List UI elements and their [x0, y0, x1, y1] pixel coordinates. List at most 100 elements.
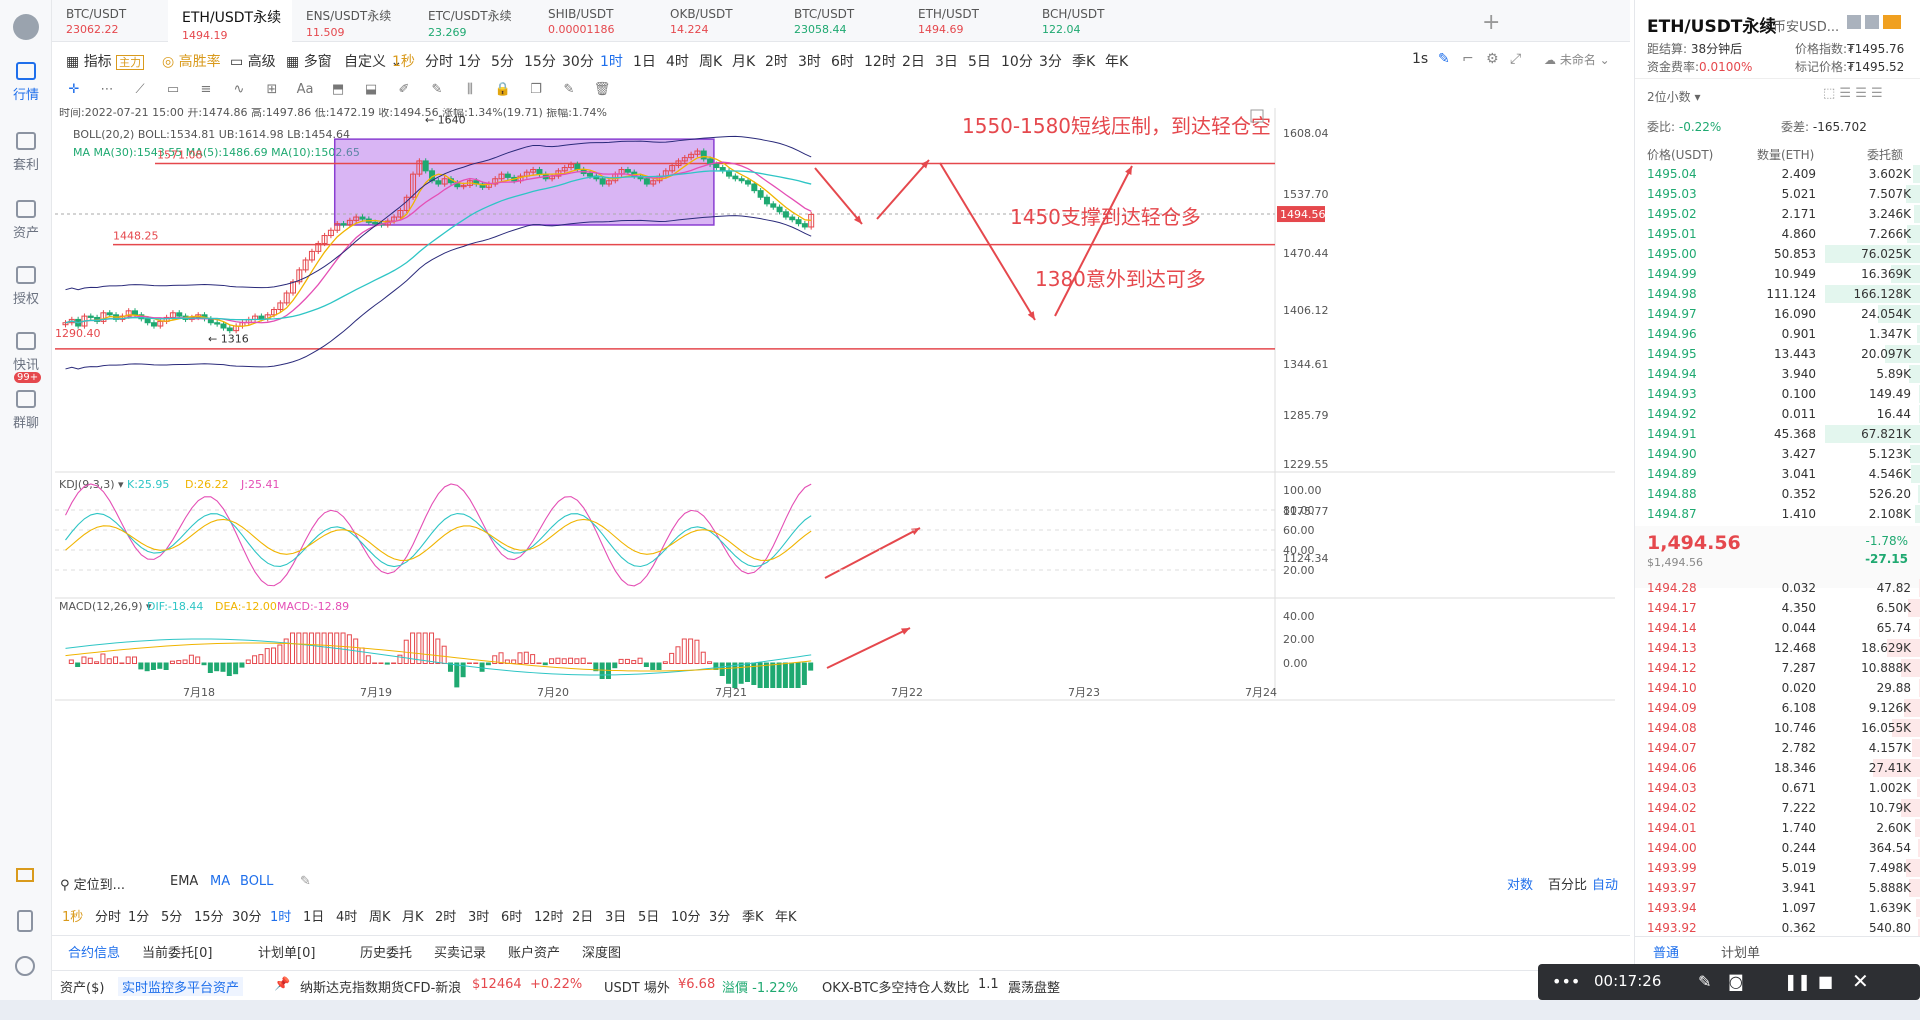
wave-icon[interactable]: ∿ [229, 82, 249, 100]
note-icon[interactable]: ✎ [559, 82, 579, 100]
interval-button[interactable]: 年K [1105, 51, 1128, 71]
interval-button[interactable]: 5分 [491, 51, 514, 71]
pattern-icon[interactable]: ⬓ [361, 82, 381, 100]
exchange-name[interactable]: 币安USD... [1773, 16, 1839, 35]
interval-button[interactable]: 6时 [831, 51, 854, 71]
bottom-interval-button[interactable]: 季K [742, 906, 764, 925]
symbol-tab[interactable]: BTC/USDT 23058.44 [780, 0, 900, 42]
phone-icon[interactable] [17, 910, 33, 932]
bottom-interval-button[interactable]: 15分 [194, 906, 224, 925]
symbol-tab[interactable]: ETC/USDT永续 23.269 [414, 0, 534, 42]
bottom-interval-button[interactable]: 1时 [270, 906, 291, 925]
bid-row[interactable]: 1494.01 1.740 2.60K [1635, 818, 1920, 838]
ask-row[interactable]: 1494.87 1.410 2.108K [1635, 504, 1920, 524]
edit-icon[interactable]: ✎ [300, 874, 311, 889]
order-tab[interactable]: 深度图 [582, 942, 621, 961]
ask-row[interactable]: 1495.02 2.171 3.246K [1635, 204, 1920, 224]
interval-button[interactable]: 10分 [1001, 51, 1033, 71]
symbol-tab[interactable]: ETH/USDT 1494.69 [904, 0, 1024, 42]
ruler-icon[interactable]: ⫼ [460, 82, 480, 100]
log-scale-button[interactable]: 对数 [1507, 874, 1533, 893]
pen-icon[interactable]: ✎ [1698, 972, 1711, 991]
interval-button[interactable]: 5日 [968, 51, 991, 71]
boll-toggle[interactable]: BOLL [240, 874, 273, 889]
bid-row[interactable]: 1494.02 7.222 10.79K [1635, 798, 1920, 818]
interval-button[interactable]: 15分 [524, 51, 556, 71]
orderbook-view-icons[interactable]: ⬚ ☰ ☰ ☰ [1823, 86, 1883, 101]
advanced-button[interactable]: ▭ 高级 [230, 51, 276, 71]
ask-row[interactable]: 1495.03 5.021 7.507K [1635, 184, 1920, 204]
symbol-tab[interactable]: BCH/USDT 122.04 [1028, 0, 1148, 42]
sidebar-item-0[interactable]: 行情 [0, 62, 52, 103]
decimals-dropdown[interactable]: 2位小数 ▾ [1647, 88, 1700, 105]
interval-button[interactable]: 季K [1072, 51, 1095, 71]
bottom-interval-button[interactable]: 1秒 [62, 906, 83, 925]
pencil-tool-icon[interactable]: ✎ [427, 82, 447, 100]
interval-button[interactable]: 30分 [562, 51, 594, 71]
bid-row[interactable]: 1493.97 3.941 5.888K [1635, 878, 1920, 898]
trash-icon[interactable]: 🗑 [592, 82, 612, 100]
bid-row[interactable]: 1493.94 1.097 1.639K [1635, 898, 1920, 918]
interval-button[interactable]: 3分 [1039, 51, 1062, 71]
bottom-interval-button[interactable]: 10分 [671, 906, 701, 925]
settings-icon[interactable] [15, 956, 35, 976]
bottom-interval-button[interactable]: 周K [369, 906, 391, 925]
tab-plan[interactable]: 计划单 [1721, 942, 1760, 961]
pin-icon[interactable]: 📌 [274, 977, 290, 992]
bottom-interval-button[interactable]: 1日 [303, 906, 324, 925]
bottom-interval-button[interactable]: 2时 [435, 906, 456, 925]
order-tab[interactable]: 历史委托 [360, 942, 412, 961]
add-tab-button[interactable]: + [1482, 10, 1500, 35]
ask-row[interactable]: 1494.97 16.090 24.054K [1635, 304, 1920, 324]
copy-icon[interactable]: ❐ [526, 82, 546, 100]
more-icon[interactable]: ••• [1552, 972, 1580, 991]
ask-row[interactable]: 1494.90 3.427 5.123K [1635, 444, 1920, 464]
horizontal-lines-icon[interactable]: ≡ [196, 82, 216, 100]
bid-row[interactable]: 1494.06 18.346 27.41K [1635, 758, 1920, 778]
layout-name[interactable]: ☁ 未命名 ⌄ [1544, 51, 1610, 68]
interval-button[interactable]: 3日 [935, 51, 958, 71]
bid-row[interactable]: 1493.92 0.362 540.80 [1635, 918, 1920, 938]
chart-area[interactable]: 时间:2022-07-21 15:00 开:1474.86 高:1497.86 … [55, 105, 1630, 848]
tab-normal[interactable]: 普通 [1653, 942, 1680, 966]
interval-button[interactable]: 3时 [798, 51, 821, 71]
ask-row[interactable]: 1494.99 10.949 16.369K [1635, 264, 1920, 284]
bottom-interval-button[interactable]: 3时 [468, 906, 489, 925]
interval-button[interactable]: 2日 [902, 51, 925, 71]
locate-button[interactable]: ⚲ 定位到... [60, 874, 125, 893]
bottom-interval-button[interactable]: 分时 [95, 906, 121, 925]
ask-row[interactable]: 1494.95 13.443 20.097K [1635, 344, 1920, 364]
bid-row[interactable]: 1494.14 0.044 65.74 [1635, 618, 1920, 638]
ask-row[interactable]: 1494.98 111.124 166.128K [1635, 284, 1920, 304]
multi-window-button[interactable]: ▦ 多窗 [286, 51, 332, 71]
interval-button[interactable]: 12时 [864, 51, 896, 71]
interval-button[interactable]: 4时 [666, 51, 689, 71]
bid-row[interactable]: 1494.03 0.671 1.002K [1635, 778, 1920, 798]
bottom-interval-button[interactable]: 1分 [128, 906, 149, 925]
close-icon[interactable]: ✕ [1852, 969, 1869, 993]
sidebar-item-5[interactable]: 群聊 99+ [0, 372, 52, 431]
ask-row[interactable]: 1495.04 2.409 3.602K [1635, 164, 1920, 184]
bottom-interval-button[interactable]: 4时 [336, 906, 357, 925]
interval-button[interactable]: 1秒 [392, 51, 415, 71]
bottom-interval-button[interactable]: 12时 [534, 906, 564, 925]
bid-row[interactable]: 1494.08 10.746 16.055K [1635, 718, 1920, 738]
interval-button[interactable]: 月K [732, 51, 755, 71]
bottom-interval-button[interactable]: 5分 [161, 906, 182, 925]
dotted-line-icon[interactable]: ⋯ [97, 82, 117, 100]
bottom-interval-button[interactable]: 月K [402, 906, 424, 925]
symbol-tab[interactable]: ENS/USDT永续 11.509 [292, 0, 412, 42]
bid-row[interactable]: 1494.12 7.287 10.888K [1635, 658, 1920, 678]
ask-row[interactable]: 1494.94 3.940 5.89K [1635, 364, 1920, 384]
compare-icon[interactable]: ⌐ [1462, 51, 1474, 67]
ask-row[interactable]: 1494.93 0.100 149.49 [1635, 384, 1920, 404]
ask-row[interactable]: 1494.91 45.368 67.821K [1635, 424, 1920, 444]
crosshair-icon[interactable]: ✛ [64, 82, 84, 100]
high-win-button[interactable]: ◎ 高胜率 [162, 51, 221, 71]
ask-row[interactable]: 1494.92 0.011 16.44 [1635, 404, 1920, 424]
interval-button[interactable]: 分时 [425, 51, 453, 71]
sidebar-item-1[interactable]: 套利 [0, 132, 52, 173]
order-tab[interactable]: 计划单[0] [258, 942, 315, 961]
symbol-tab[interactable]: SHIB/USDT 0.00001186 [534, 0, 654, 42]
ask-row[interactable]: 1495.00 50.853 76.025K [1635, 244, 1920, 264]
